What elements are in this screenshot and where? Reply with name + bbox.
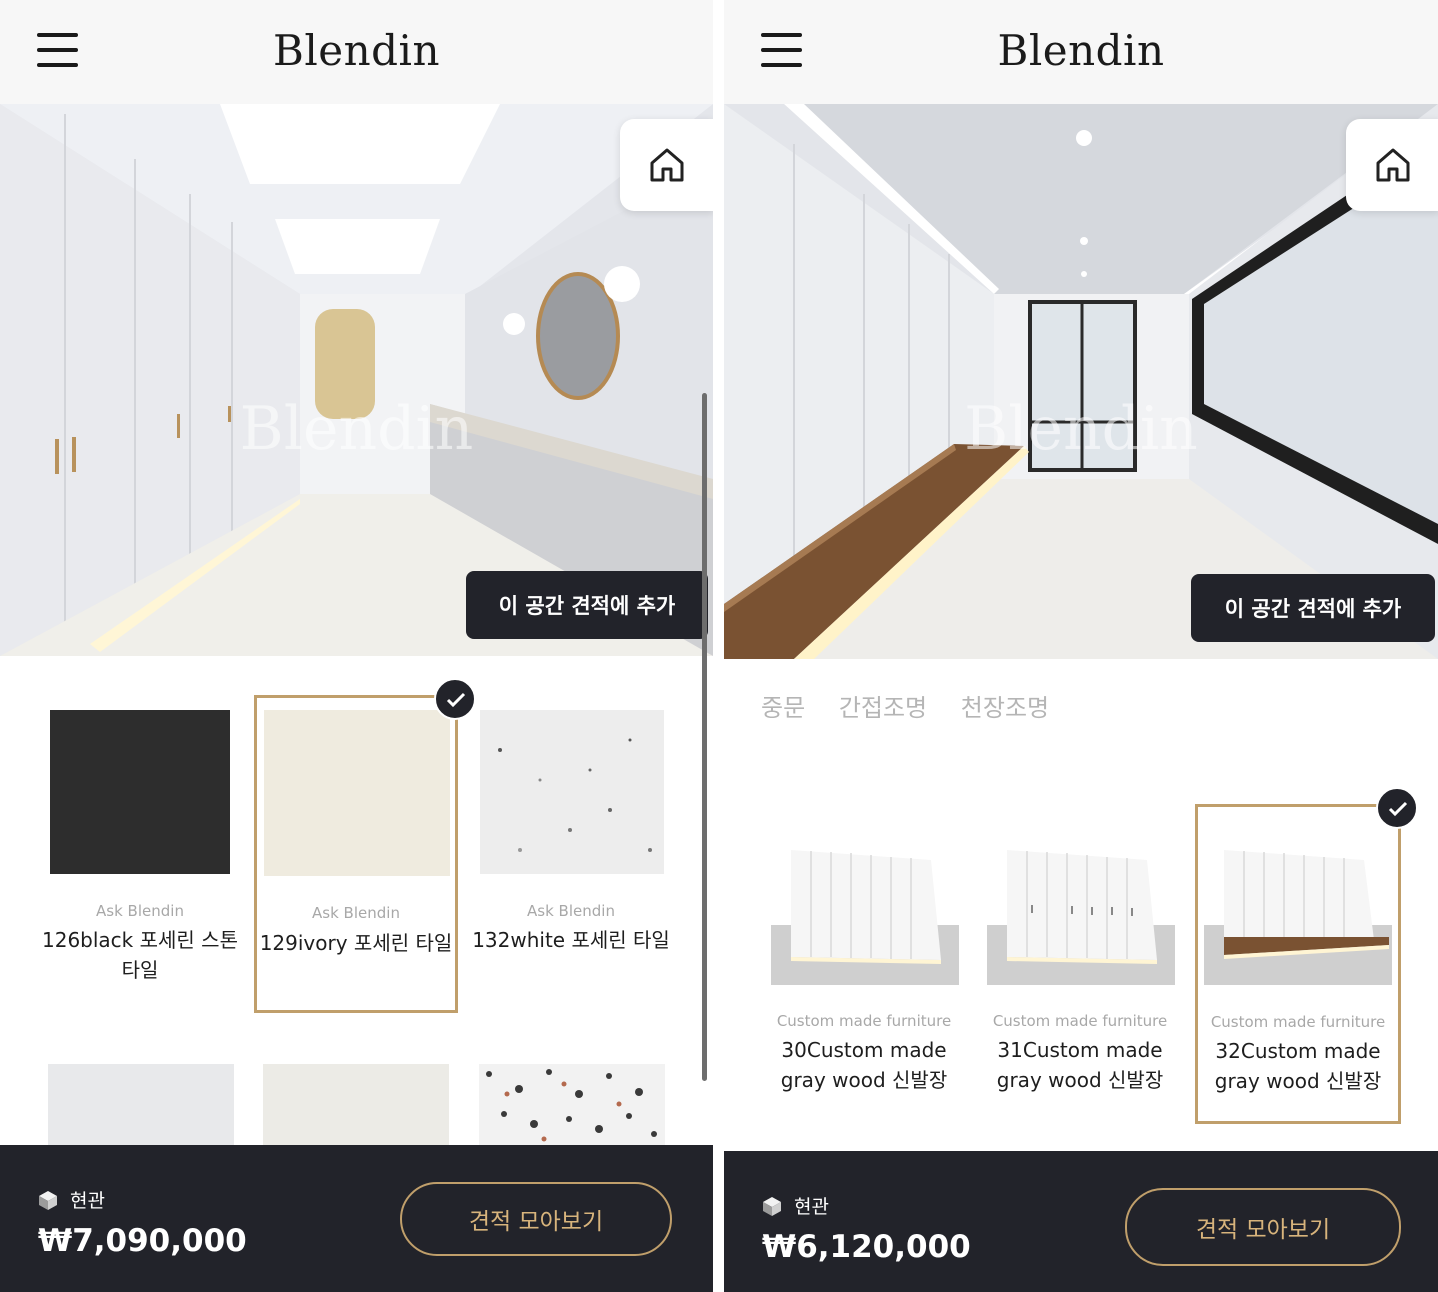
product-name: 126black 포세린 스톤 타일: [42, 928, 238, 982]
product-brand: Ask Blendin: [527, 902, 615, 920]
total-price: ₩6,120,000: [762, 1229, 971, 1265]
product-card-129[interactable]: Ask Blendin 129ivory 포세린 타일: [254, 695, 458, 1013]
selected-check-badge: [1376, 787, 1418, 829]
product-card-126[interactable]: Ask Blendin 126black 포세린 스톤 타일: [40, 700, 240, 990]
product-card-32[interactable]: Custom made furniture 32Custom made gray…: [1195, 804, 1401, 1124]
product-name: 32Custom made gray wood 신발장: [1214, 1039, 1382, 1093]
home-icon: [650, 148, 684, 182]
add-space-to-quote-button[interactable]: 이 공간 견적에 추가: [466, 571, 708, 639]
view-quotes-button[interactable]: 견적 모아보기: [400, 1182, 672, 1256]
check-icon: [1388, 801, 1408, 817]
space-name: 현관: [70, 1190, 105, 1212]
tab-ceiling-lighting[interactable]: 천장조명: [961, 694, 1049, 722]
category-tabs: 중문 간접조명 천장조명: [761, 688, 1075, 723]
brand-logo: Blendin: [997, 26, 1165, 75]
bottom-quote-bar: 현관 ₩7,090,000 견적 모아보기: [0, 1145, 713, 1292]
product-card-132[interactable]: Ask Blendin 132white 포세린 타일: [470, 700, 672, 990]
top-bar: Blendin: [724, 0, 1438, 104]
product-card-31[interactable]: Custom made furniture 31Custom made gray…: [980, 830, 1180, 1110]
home-icon: [1376, 148, 1410, 182]
product-name: 132white 포세린 타일: [472, 928, 670, 952]
product-brand: Custom made furniture: [1210, 1013, 1386, 1031]
product-brand: Custom made furniture: [776, 1012, 952, 1030]
watermark: Blendin: [964, 394, 1198, 464]
product-name: 31Custom made gray wood 신발장: [996, 1038, 1164, 1092]
bottom-quote-bar: 현관 ₩6,120,000 견적 모아보기: [724, 1151, 1438, 1292]
tab-main-door[interactable]: 중문: [761, 694, 805, 722]
product-thumbnail: [1204, 850, 1392, 985]
right-screen: Blendin Blendin 이 공간 견적에 추가 중문 간접조명 천장조명…: [724, 0, 1438, 1292]
total-price: ₩7,090,000: [38, 1223, 247, 1259]
home-button[interactable]: [1346, 119, 1438, 211]
space-name: 현관: [794, 1196, 829, 1218]
product-thumbnail: [771, 850, 959, 985]
product-card-partial[interactable]: [48, 1064, 234, 1146]
watermark: Blendin: [239, 394, 474, 464]
product-thumbnail: [987, 850, 1175, 985]
check-icon: [446, 692, 466, 708]
tab-indirect-lighting[interactable]: 간접조명: [839, 694, 927, 722]
product-card-partial[interactable]: [479, 1064, 665, 1146]
product-swatch: [50, 710, 230, 874]
brand-logo: Blendin: [272, 26, 441, 75]
cube-icon: [763, 1197, 781, 1216]
home-button[interactable]: [620, 119, 713, 211]
scrollbar[interactable]: [702, 393, 707, 1081]
cube-icon: [39, 1191, 57, 1210]
product-brand: Ask Blendin: [96, 902, 184, 920]
top-bar: Blendin: [0, 0, 713, 104]
product-swatch: [480, 710, 664, 874]
add-space-to-quote-button[interactable]: 이 공간 견적에 추가: [1191, 574, 1435, 642]
product-card-partial[interactable]: [263, 1064, 449, 1146]
product-swatch: [264, 710, 450, 876]
product-name: 129ivory 포세린 타일: [259, 931, 453, 955]
left-screen: Blendin Blendin 이 공간 견적에 추가 Ask Blendin …: [0, 0, 713, 1292]
product-name: 30Custom made gray wood 신발장: [780, 1038, 948, 1092]
product-brand: Custom made furniture: [992, 1012, 1168, 1030]
product-card-30[interactable]: Custom made furniture 30Custom made gray…: [764, 830, 964, 1110]
product-brand: Ask Blendin: [312, 904, 400, 922]
view-quotes-button[interactable]: 견적 모아보기: [1125, 1188, 1401, 1266]
screen-divider: [713, 0, 724, 1292]
